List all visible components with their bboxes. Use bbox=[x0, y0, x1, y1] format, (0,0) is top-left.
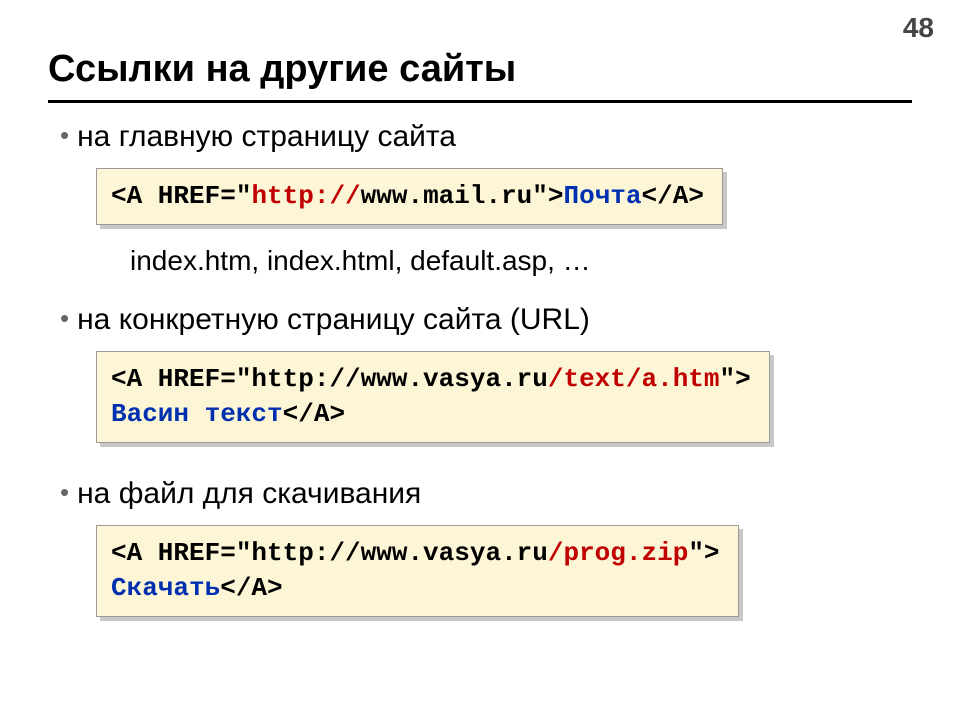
code-fragment: <A HREF=" bbox=[111, 181, 251, 211]
code-fragment: Почта bbox=[564, 181, 642, 211]
bullet-dot-icon: • bbox=[60, 479, 69, 505]
slide-title: Ссылки на другие сайты bbox=[48, 48, 516, 91]
code-box: <A HREF="http://www.vasya.ru/prog.zip"> … bbox=[96, 525, 739, 617]
code-fragment: </A> bbox=[642, 181, 704, 211]
bullet-dot-icon: • bbox=[60, 122, 69, 148]
bullet-text: на файл для скачивания bbox=[77, 477, 421, 511]
code-fragment: /prog.zip bbox=[548, 538, 688, 568]
bullet-dot-icon: • bbox=[60, 305, 69, 331]
code-example-3: <A HREF="http://www.vasya.ru/prog.zip"> … bbox=[96, 525, 900, 617]
slide-content: • на главную страницу сайта <A HREF="htt… bbox=[60, 116, 900, 637]
code-fragment: http:// bbox=[251, 181, 360, 211]
code-fragment: www.mail.ru"> bbox=[361, 181, 564, 211]
code-fragment: Васин текст bbox=[111, 399, 283, 429]
code-box: <A HREF="http://www.mail.ru">Почта</A> bbox=[96, 168, 723, 225]
code-example-1: <A HREF="http://www.mail.ru">Почта</A> bbox=[96, 168, 900, 225]
bullet-item: • на главную страницу сайта bbox=[60, 120, 900, 154]
bullet-item: • на конкретную страницу сайта (URL) bbox=[60, 303, 900, 337]
code-fragment: "> bbox=[720, 364, 751, 394]
code-fragment: <A HREF="http://www.vasya.ru bbox=[111, 364, 548, 394]
code-fragment: /text/a.htm bbox=[548, 364, 720, 394]
page-number: 48 bbox=[903, 12, 934, 44]
title-underline bbox=[48, 100, 912, 103]
code-fragment: <A HREF="http://www.vasya.ru bbox=[111, 538, 548, 568]
code-example-2: <A HREF="http://www.vasya.ru/text/a.htm"… bbox=[96, 351, 900, 443]
code-fragment: Скачать bbox=[111, 573, 220, 603]
bullet-item: • на файл для скачивания bbox=[60, 477, 900, 511]
bullet-text: на конкретную страницу сайта (URL) bbox=[77, 303, 590, 337]
code-fragment: </A> bbox=[283, 399, 345, 429]
code-fragment: </A> bbox=[220, 573, 282, 603]
sub-note: index.htm, index.html, default.asp, … bbox=[130, 245, 900, 277]
code-fragment: "> bbox=[688, 538, 719, 568]
bullet-text: на главную страницу сайта bbox=[77, 120, 456, 154]
code-box: <A HREF="http://www.vasya.ru/text/a.htm"… bbox=[96, 351, 770, 443]
